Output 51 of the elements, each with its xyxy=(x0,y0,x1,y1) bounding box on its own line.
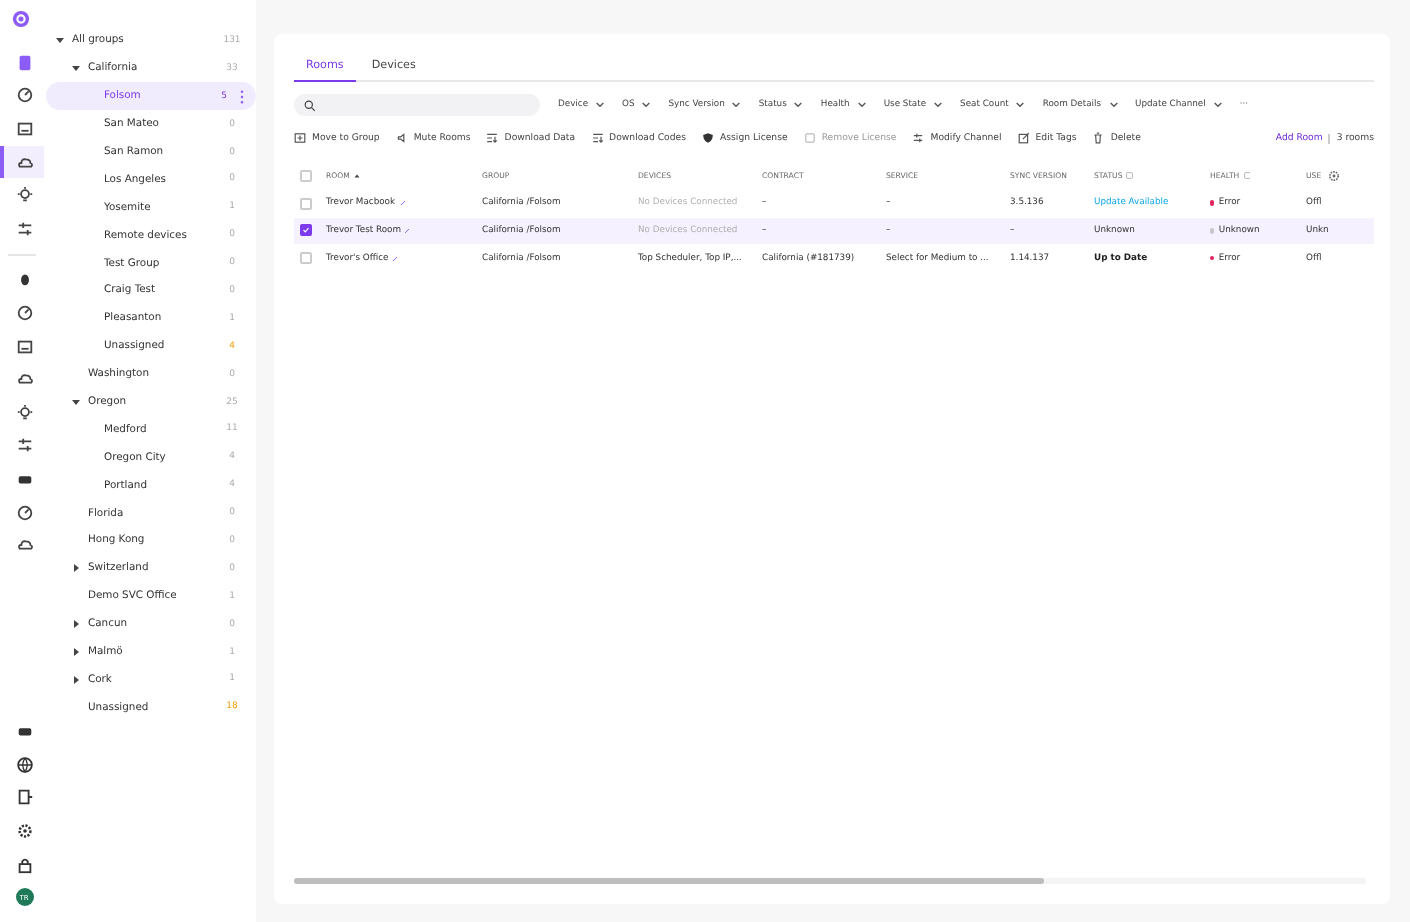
nav-item[interactable] xyxy=(0,145,44,179)
trash-icon xyxy=(1092,132,1105,144)
caret-icon[interactable] xyxy=(54,34,66,47)
chevron-down-icon xyxy=(642,102,651,108)
caret-icon[interactable] xyxy=(70,673,82,686)
gauge-icon[interactable] xyxy=(15,503,33,522)
download-icon xyxy=(486,132,499,144)
info-icon xyxy=(1126,172,1134,180)
move-icon xyxy=(294,132,306,144)
chevron-down-icon xyxy=(1213,102,1222,108)
logo-icon[interactable] xyxy=(12,10,30,28)
chevron-down-icon xyxy=(732,102,741,108)
chevron-down-icon xyxy=(1016,102,1025,108)
download-icon xyxy=(591,132,604,144)
edit-icon xyxy=(1017,132,1030,144)
gear-icon[interactable] xyxy=(15,822,33,841)
settings-icon[interactable] xyxy=(1327,169,1340,182)
search-icon xyxy=(304,99,316,111)
gauge-icon[interactable] xyxy=(15,303,33,322)
checkbox[interactable] xyxy=(300,224,312,237)
chevron-down-icon xyxy=(1109,102,1118,108)
cloud-icon[interactable] xyxy=(15,536,33,555)
monitor-icon[interactable] xyxy=(15,119,33,138)
monitor-icon[interactable] xyxy=(15,337,33,356)
caret-icon[interactable] xyxy=(70,62,82,75)
cloud-icon[interactable] xyxy=(15,370,33,389)
mute-icon xyxy=(395,132,408,144)
chevron-down-icon xyxy=(934,102,943,108)
sliders-icon[interactable] xyxy=(15,436,33,455)
sliders-icon[interactable] xyxy=(15,219,33,238)
caret-icon[interactable] xyxy=(70,646,82,659)
gauge-icon[interactable] xyxy=(15,86,33,105)
chevron-down-icon xyxy=(794,102,803,108)
sort-icon xyxy=(353,173,360,178)
sliders-icon xyxy=(912,132,925,144)
remove-icon xyxy=(803,132,816,144)
caret-icon[interactable] xyxy=(70,562,82,575)
cloud-icon[interactable] xyxy=(15,153,33,172)
info-icon xyxy=(1243,172,1251,180)
shield-icon xyxy=(702,132,714,144)
chevron-down-icon xyxy=(596,102,605,108)
search-field[interactable] xyxy=(294,94,540,116)
bulb-icon[interactable] xyxy=(15,403,33,422)
caret-icon[interactable] xyxy=(70,618,82,631)
chevron-down-icon xyxy=(857,102,866,108)
lock-icon[interactable] xyxy=(15,855,33,874)
bulb-icon[interactable] xyxy=(15,186,33,205)
door-icon[interactable] xyxy=(15,788,33,807)
globe-icon[interactable] xyxy=(15,755,33,774)
horizontal-scrollbar[interactable] xyxy=(294,878,1366,884)
caret-icon[interactable] xyxy=(70,396,82,409)
